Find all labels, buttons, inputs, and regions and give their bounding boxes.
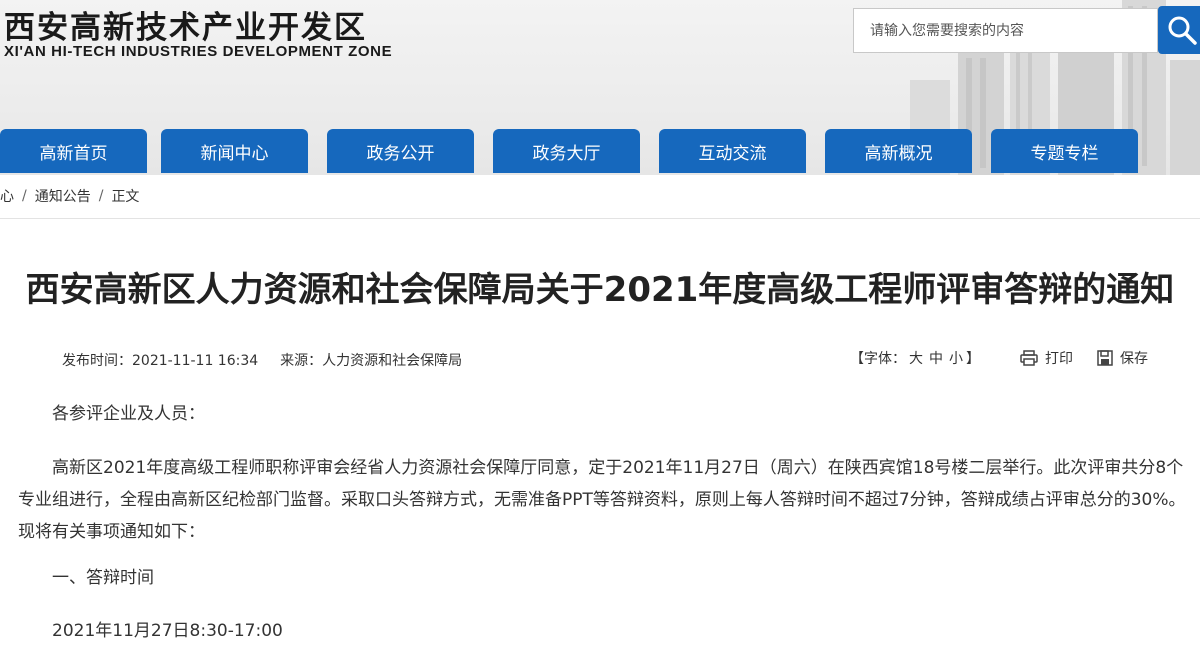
nav-item-service-hall[interactable]: 政务大厅 [493, 129, 640, 173]
save-label: 保存 [1120, 351, 1148, 367]
font-size-close: 】 [966, 351, 980, 367]
font-size-large[interactable]: 大 [909, 351, 923, 367]
nav-item-overview[interactable]: 高新概况 [825, 129, 972, 173]
site-logo-english: XI'AN HI-TECH INDUSTRIES DEVELOPMENT ZON… [4, 43, 393, 60]
nav-item-special-topics[interactable]: 专题专栏 [991, 129, 1138, 173]
section-heading: 一、答辩时间 [52, 568, 154, 588]
source-value: 人力资源和社会保障局 [322, 353, 463, 369]
main-paragraph: 高新区2021年度高级工程师职称评审会经省人力资源社会保障厅同意，定于2021年… [18, 458, 1186, 542]
defense-time: 2021年11月27日8:30-17:00 [52, 621, 283, 641]
font-size-label: 【字体： [850, 351, 906, 367]
publish-time: 2021-11-11 16:34 [132, 353, 259, 369]
search-box [853, 8, 1158, 53]
source-label: 来源： [280, 353, 323, 369]
breadcrumb-separator: / [22, 188, 27, 204]
publish-time-label: 发布时间： [62, 353, 132, 369]
article-meta: 发布时间：2021-11-11 16:34 来源：人力资源和社会保障局 [62, 350, 462, 370]
nav-item-government-affairs[interactable]: 政务公开 [327, 129, 474, 173]
nav-item-interaction[interactable]: 互动交流 [659, 129, 806, 173]
print-label: 打印 [1045, 351, 1073, 367]
article-title: 西安高新区人力资源和社会保障局关于2021年度高级工程师评审答辩的通知 [25, 270, 1175, 310]
site-logo-chinese[interactable]: 西安高新技术产业开发区 [4, 2, 367, 47]
breadcrumb-item-center[interactable]: 心 [0, 186, 14, 206]
floppy-disk-icon [1097, 350, 1113, 366]
search-input[interactable] [854, 9, 1157, 52]
printer-icon [1020, 350, 1038, 366]
nav-item-home[interactable]: 高新首页 [0, 129, 147, 173]
breadcrumb-item-current: 正文 [111, 189, 140, 205]
font-size-selector: 【字体：大中小】 [850, 348, 980, 368]
nav-item-news[interactable]: 新闻中心 [161, 129, 308, 173]
breadcrumb-separator: / [98, 188, 104, 204]
main-nav: 高新首页 新闻中心 政务公开 政务大厅 互动交流 高新概况 专题专栏 [0, 129, 1200, 173]
greeting-paragraph: 各参评企业及人员： [52, 404, 205, 424]
breadcrumb-item-notices[interactable]: 通知公告 [35, 186, 91, 206]
breadcrumb: 心 / 通知公告 / 正文 [0, 186, 139, 206]
font-size-small[interactable]: 小 [949, 351, 963, 367]
font-size-medium[interactable]: 中 [929, 351, 943, 367]
divider [0, 218, 1200, 219]
search-button[interactable] [1158, 6, 1200, 54]
site-header: 西安高新技术产业开发区 XI'AN HI-TECH INDUSTRIES DEV… [0, 0, 1200, 175]
page: 西安高新技术产业开发区 XI'AN HI-TECH INDUSTRIES DEV… [0, 0, 1200, 667]
print-button[interactable]: 打印 [1020, 348, 1073, 368]
article-tools: 【字体：大中小】 打印 保存 [850, 348, 1148, 368]
save-button[interactable]: 保存 [1097, 348, 1148, 368]
search-icon [1168, 16, 1197, 45]
